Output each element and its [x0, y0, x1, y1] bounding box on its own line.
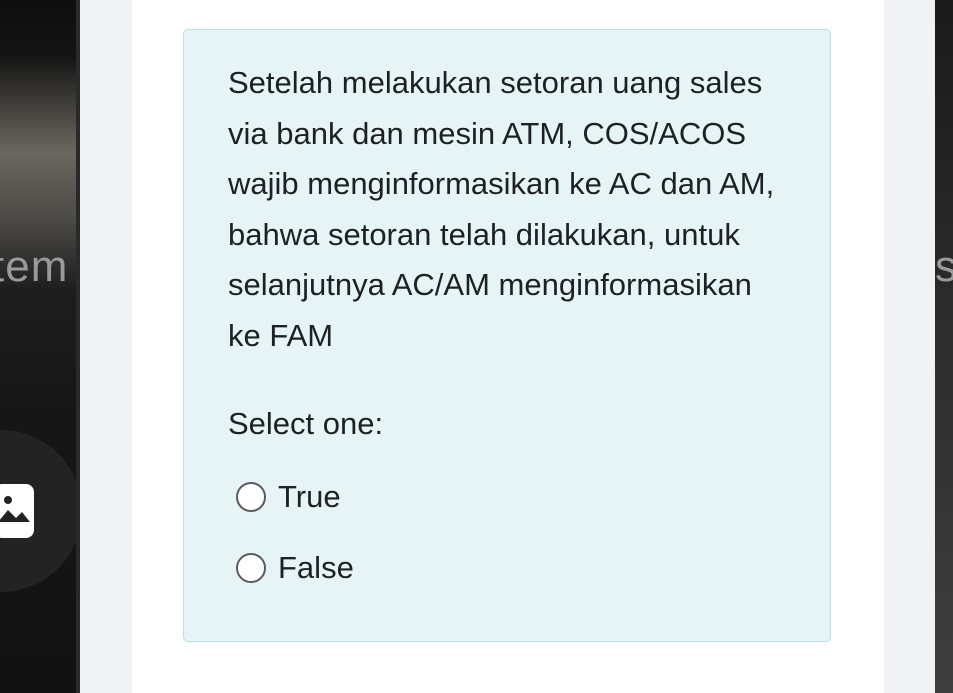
option-false-label[interactable]: False — [278, 550, 354, 586]
question-box: Setelah melakukan setoran uang sales via… — [183, 29, 831, 642]
screen: tem Setelah melakukan setoran uang sales… — [0, 0, 953, 693]
question-text: Setelah melakukan setoran uang sales via… — [228, 65, 775, 353]
select-one-prompt: Select one: — [228, 406, 384, 441]
radio-true[interactable] — [236, 482, 266, 512]
image-icon — [0, 484, 34, 538]
right-partial-text: s — [935, 242, 953, 291]
left-background-panel: tem — [0, 0, 80, 693]
option-true[interactable]: True — [236, 479, 341, 515]
right-background-panel: s — [935, 0, 953, 693]
radio-false[interactable] — [236, 553, 266, 583]
left-partial-text: tem — [0, 242, 69, 291]
option-true-label[interactable]: True — [278, 479, 341, 515]
option-false[interactable]: False — [236, 550, 354, 586]
